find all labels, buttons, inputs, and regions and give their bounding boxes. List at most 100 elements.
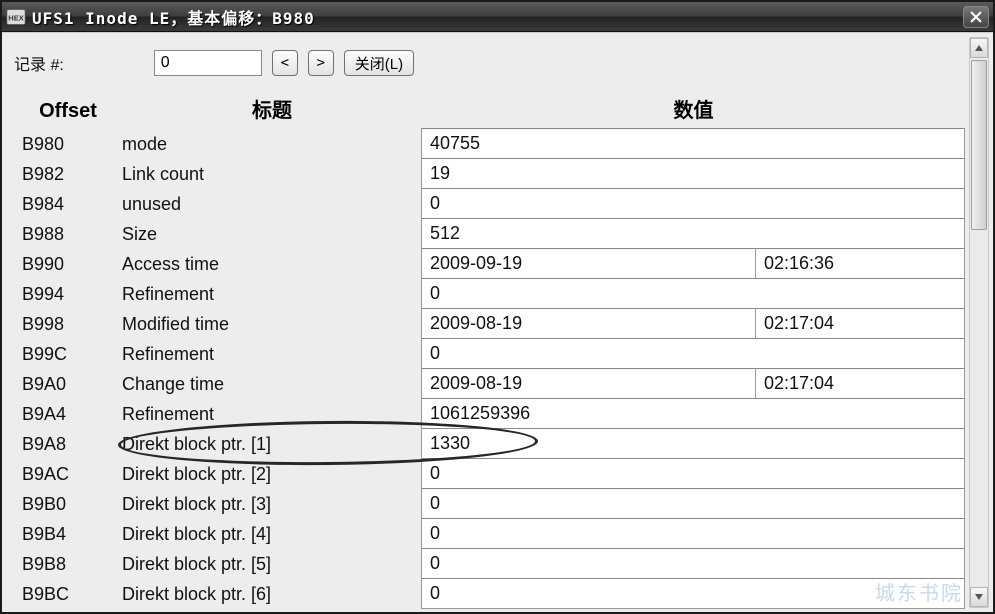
value-field[interactable]: 40755	[421, 128, 965, 159]
header-label: 标题	[122, 94, 422, 123]
header-offset: Offset	[14, 100, 122, 123]
vertical-scrollbar[interactable]	[969, 37, 989, 608]
window: HEX UFS1 Inode LE，基本偏移：B980 记录 #: < > 关闭…	[0, 0, 995, 614]
table-row: B9A0Change time2009-08-1902:17:04	[14, 369, 965, 399]
value-cell: 0	[422, 279, 965, 309]
label-cell: Change time	[122, 369, 422, 399]
offset-cell: B9BC	[14, 579, 122, 609]
value-field[interactable]: 0	[421, 338, 965, 369]
app-icon: HEX	[6, 8, 26, 26]
scroll-down-button[interactable]	[970, 587, 988, 607]
table-row: B990Access time2009-09-1902:16:36	[14, 249, 965, 279]
value-field[interactable]: 1330	[421, 428, 965, 459]
label-cell: Direkt block ptr. [1]	[122, 429, 422, 459]
next-record-button[interactable]: >	[308, 50, 334, 76]
value-cell: 19	[422, 159, 965, 189]
value-field[interactable]: 02:16:36	[755, 248, 965, 279]
table-row: B982Link count19	[14, 159, 965, 189]
table-row: B9B4Direkt block ptr. [4]0	[14, 519, 965, 549]
offset-cell: B9B0	[14, 489, 122, 519]
value-field[interactable]: 0	[421, 488, 965, 519]
value-cell: 2009-09-1902:16:36	[422, 249, 965, 279]
offset-cell: B99C	[14, 339, 122, 369]
table-row: B9ACDirekt block ptr. [2]0	[14, 459, 965, 489]
close-window-button[interactable]	[963, 6, 989, 28]
value-cell: 1330	[422, 429, 965, 459]
content: 记录 #: < > 关闭(L) Offset 标题 数值 B980mode407…	[14, 43, 965, 612]
value-field[interactable]: 0	[421, 518, 965, 549]
record-input[interactable]	[154, 50, 262, 76]
value-cell: 1061259396	[422, 399, 965, 429]
label-cell: Direkt block ptr. [2]	[122, 459, 422, 489]
header-value: 数值	[422, 94, 965, 123]
offset-cell: B984	[14, 189, 122, 219]
value-field[interactable]: 02:17:04	[755, 308, 965, 339]
value-field[interactable]: 1061259396	[421, 398, 965, 429]
offset-cell: B9B4	[14, 519, 122, 549]
data-grid: B980mode40755B982Link count19B984unused0…	[14, 129, 965, 609]
value-field[interactable]: 0	[421, 188, 965, 219]
value-cell: 0	[422, 489, 965, 519]
value-cell: 0	[422, 339, 965, 369]
label-cell: Modified time	[122, 309, 422, 339]
label-cell: Direkt block ptr. [3]	[122, 489, 422, 519]
offset-cell: B988	[14, 219, 122, 249]
table-row: B998Modified time2009-08-1902:17:04	[14, 309, 965, 339]
value-field[interactable]: 0	[421, 578, 965, 609]
table-row: B984unused0	[14, 189, 965, 219]
table-row: B9BCDirekt block ptr. [6]0	[14, 579, 965, 609]
value-field[interactable]: 0	[421, 458, 965, 489]
value-field[interactable]: 0	[421, 278, 965, 309]
offset-cell: B994	[14, 279, 122, 309]
table-row: B988Size512	[14, 219, 965, 249]
close-button[interactable]: 关闭(L)	[344, 50, 414, 76]
svg-text:HEX: HEX	[8, 13, 23, 22]
table-row: B9A8Direkt block ptr. [1]1330	[14, 429, 965, 459]
label-cell: Link count	[122, 159, 422, 189]
label-cell: Refinement	[122, 339, 422, 369]
value-cell: 0	[422, 519, 965, 549]
value-field[interactable]: 2009-08-19	[421, 308, 756, 339]
value-field[interactable]: 2009-09-19	[421, 248, 756, 279]
value-cell: 512	[422, 219, 965, 249]
offset-cell: B982	[14, 159, 122, 189]
offset-cell: B9B8	[14, 549, 122, 579]
value-field[interactable]: 512	[421, 218, 965, 249]
value-field[interactable]: 19	[421, 158, 965, 189]
label-cell: Direkt block ptr. [5]	[122, 549, 422, 579]
value-cell: 0	[422, 189, 965, 219]
value-field[interactable]: 0	[421, 548, 965, 579]
prev-record-button[interactable]: <	[272, 50, 298, 76]
label-cell: unused	[122, 189, 422, 219]
label-cell: Refinement	[122, 399, 422, 429]
offset-cell: B9A8	[14, 429, 122, 459]
offset-cell: B9A0	[14, 369, 122, 399]
body: 记录 #: < > 关闭(L) Offset 标题 数值 B980mode407…	[2, 32, 993, 612]
offset-cell: B9A4	[14, 399, 122, 429]
label-cell: Direkt block ptr. [4]	[122, 519, 422, 549]
offset-cell: B980	[14, 129, 122, 159]
table-row: B99CRefinement0	[14, 339, 965, 369]
scroll-up-button[interactable]	[970, 38, 988, 58]
label-cell: Refinement	[122, 279, 422, 309]
scroll-thumb[interactable]	[971, 60, 987, 230]
table-row: B9A4Refinement1061259396	[14, 399, 965, 429]
value-cell: 2009-08-1902:17:04	[422, 309, 965, 339]
close-icon	[969, 10, 983, 24]
value-cell: 40755	[422, 129, 965, 159]
value-field[interactable]: 02:17:04	[755, 368, 965, 399]
label-cell: Size	[122, 219, 422, 249]
value-cell: 0	[422, 549, 965, 579]
table-row: B9B8Direkt block ptr. [5]0	[14, 549, 965, 579]
table-row: B994Refinement0	[14, 279, 965, 309]
table-row: B9B0Direkt block ptr. [3]0	[14, 489, 965, 519]
value-field[interactable]: 2009-08-19	[421, 368, 756, 399]
window-title: UFS1 Inode LE，基本偏移：B980	[32, 5, 315, 29]
label-cell: Direkt block ptr. [6]	[122, 579, 422, 609]
record-label: 记录 #:	[14, 51, 64, 75]
column-headers: Offset 标题 数值	[14, 83, 965, 123]
offset-cell: B990	[14, 249, 122, 279]
label-cell: Access time	[122, 249, 422, 279]
titlebar: HEX UFS1 Inode LE，基本偏移：B980	[2, 2, 993, 32]
value-cell: 2009-08-1902:17:04	[422, 369, 965, 399]
